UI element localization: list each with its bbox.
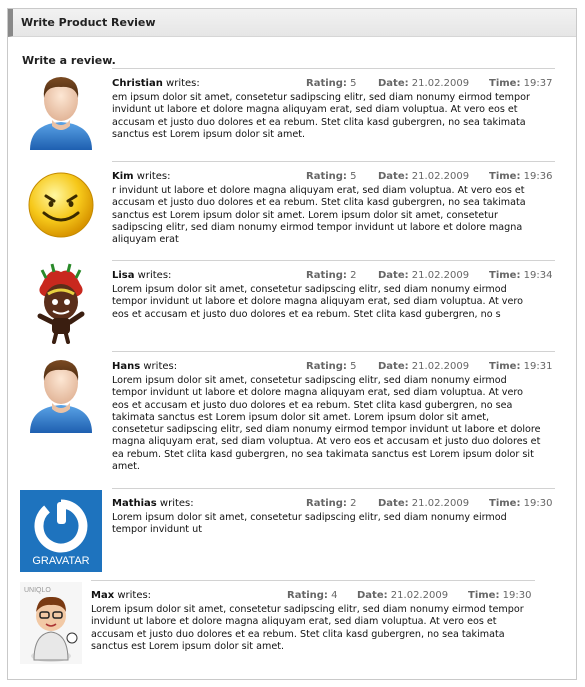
review-divider: [112, 68, 555, 69]
review-rating: Rating: 4: [287, 590, 338, 601]
review-divider: [112, 161, 555, 162]
review-text: em ipsum dolor sit amet, consetetur sadi…: [112, 92, 530, 140]
review-date: Date: 21.02.2009: [378, 270, 470, 281]
svg-text:GRAVATAR: GRAVATAR: [32, 555, 89, 567]
review-header: Lisa writes: Rating: 2 Date: 21.02.2009 Tim…: [112, 260, 555, 281]
panel-title: Write Product Review: [21, 16, 156, 29]
review-rating: Rating: 5: [306, 78, 357, 89]
review-author: Christian writes:: [112, 78, 200, 89]
write-review-link[interactable]: Write a review.: [22, 54, 116, 67]
review-text: Lorem ipsum dolor sit amet, consetetur s…: [91, 604, 524, 652]
review-time: Time: 19:30: [489, 498, 553, 509]
review-date: Date: 21.02.2009: [378, 171, 470, 182]
gravatar-logo-icon: GRAVATAR: [20, 490, 102, 572]
default-user-avatar-icon: [20, 70, 102, 152]
review-header: Kim writes: Rating: 5 Date: 21.02.2009 Time…: [112, 161, 555, 182]
review-date: Date: 21.02.2009: [378, 361, 470, 372]
review-rating: Rating: 5: [306, 361, 357, 372]
review-header: Hans writes: Rating: 5 Date: 21.02.2009 Tim…: [112, 351, 555, 372]
review-text: Lorem ipsum dolor sit amet, consetetur s…: [112, 284, 523, 320]
review-time: Time: 19:37: [489, 78, 553, 89]
review-date: Date: 21.02.2009: [378, 498, 470, 509]
svg-text:UNIQLO: UNIQLO: [24, 587, 51, 594]
review-text: Lorem ipsum dolor sit amet, consetetur s…: [112, 375, 541, 473]
panel-header: Write Product Review: [8, 9, 576, 37]
review-divider: [112, 351, 555, 352]
review-rating: Rating: 2: [306, 498, 357, 509]
review-divider: [112, 488, 555, 489]
review-header: Max writes: Rating: 4 Date: 21.02.2009 Time…: [91, 580, 535, 601]
review-rating: Rating: 5: [306, 171, 357, 182]
review-author: Hans writes:: [112, 361, 178, 372]
review-time: Time: 19:36: [489, 171, 553, 182]
review-author: Mathias writes:: [112, 498, 194, 509]
review-time: Time: 19:31: [489, 361, 553, 372]
review-time: Time: 19:30: [468, 590, 532, 601]
cartoon-boy-avatar-icon: UNIQLO: [20, 582, 82, 664]
smiley-avatar-icon: [20, 163, 102, 245]
review-rating: Rating: 2: [306, 270, 357, 281]
review-author: Kim writes:: [112, 171, 171, 182]
review-divider: [112, 260, 555, 261]
monster-avatar-icon: [20, 262, 102, 344]
review-divider: [91, 580, 535, 581]
default-user-avatar-icon: [20, 353, 102, 435]
review-header: Christian writes: Rating: 5 Date: 21.02.20…: [112, 68, 555, 89]
review-date: Date: 21.02.2009: [378, 78, 470, 89]
review-author: Lisa writes:: [112, 270, 172, 281]
review-time: Time: 19:34: [489, 270, 553, 281]
review-text: r invidunt ut labore et dolore magna ali…: [112, 185, 526, 246]
review-date: Date: 21.02.2009: [357, 590, 449, 601]
review-text: Lorem ipsum dolor sit amet, consetetur s…: [112, 512, 507, 536]
review-author: Max writes:: [91, 590, 152, 601]
review-header: Mathias writes: Rating: 2 Date: 21.02.2009…: [112, 488, 555, 509]
